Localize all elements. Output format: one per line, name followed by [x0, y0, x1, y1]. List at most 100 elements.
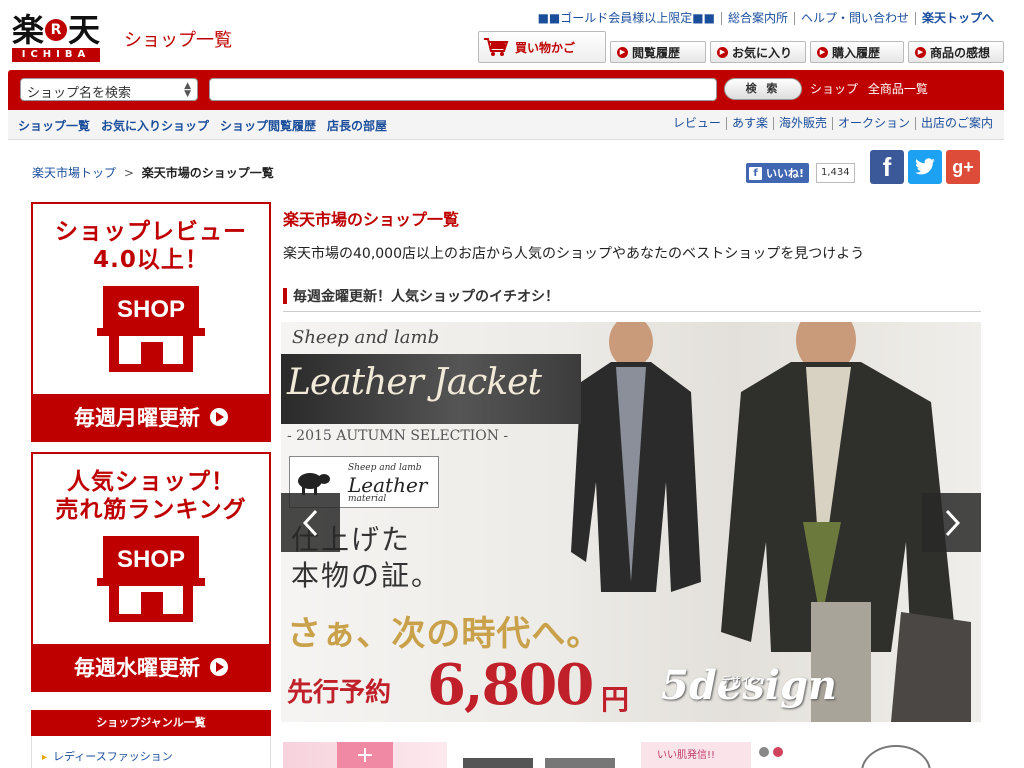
shop-search-link[interactable]: ショップ — [810, 82, 858, 96]
subnav-overseas[interactable]: 海外販売 — [772, 117, 832, 130]
breadcrumb-home[interactable]: 楽天市場トップ — [32, 166, 116, 180]
subnav-open-shop[interactable]: 出店のご案内 — [914, 117, 998, 130]
all-products-link[interactable]: 全商品一覧 — [868, 82, 928, 96]
slide-copy-line-2: 本物の証。 — [291, 559, 442, 592]
shop-review-banner[interactable]: ショップレビュー 4.0以上！ SHOP 毎週月曜更新 — [31, 202, 271, 442]
play-circle-icon — [210, 408, 228, 426]
header: 楽 R 天 ICHIBA ショップ一覧 ■■ゴールド会員様以上限定■■ 総合案内… — [0, 0, 1024, 70]
page-title: 楽天市場のショップ一覧 — [283, 210, 460, 229]
chevron-left-icon — [302, 509, 317, 536]
facebook-share-icon[interactable]: f — [870, 150, 904, 184]
subnav-managers-room[interactable]: 店長の部屋 — [327, 117, 387, 134]
arrow-circle-icon: ▶ — [817, 46, 828, 58]
search-scope-select[interactable]: ショップ名を検索 ▲ ▼ — [20, 78, 198, 101]
favorites-label: お気に入り — [732, 45, 793, 60]
thumb-round-logo-image — [861, 745, 931, 768]
subnav-shop-list[interactable]: ショップ一覧 — [18, 117, 90, 134]
carousel-prev-button[interactable] — [281, 493, 340, 552]
logo-kanji-raku: 楽 — [12, 11, 45, 49]
shop-genre-heading: ショップジャンル一覧 — [31, 710, 271, 736]
slide-copy-next-era: さぁ、次の時代へ。 — [287, 614, 602, 654]
cart-button[interactable]: 買い物かご — [478, 31, 606, 63]
select-updown-icon: ▲ ▼ — [184, 81, 191, 99]
facebook-like-button[interactable]: f いいね! — [746, 163, 810, 183]
favorites-button[interactable]: ▶ お気に入り — [710, 41, 806, 63]
shop-sign-text: SHOP — [117, 546, 185, 573]
subnav-asuraku[interactable]: あす楽 — [725, 117, 773, 130]
search-links: ショップ 全商品一覧 — [810, 80, 934, 97]
rakuten-ichiba-logo[interactable]: 楽 R 天 ICHIBA — [12, 14, 104, 64]
browsing-history-button[interactable]: ▶ 閲覧履歴 — [610, 41, 706, 63]
search-bar: ショップ名を検索 ▲ ▼ 検 索 ショップ 全商品一覧 — [8, 70, 1004, 110]
shop-building-icon: SHOP — [97, 536, 205, 622]
breadcrumb-current: 楽天市場のショップ一覧 — [141, 166, 274, 180]
featured-thumb-4[interactable] — [811, 742, 981, 768]
genre-item-ladies-fashion[interactable]: レディースファッション — [42, 748, 173, 764]
twitter-share-icon[interactable] — [908, 150, 942, 184]
thumb-brand-logo-image — [463, 758, 615, 768]
page-description: 楽天市場の40,000店以上のお店から人気のショップやあなたのベストショップを見… — [283, 246, 865, 262]
googleplus-share-icon[interactable]: g+ — [946, 150, 980, 184]
carousel-next-button[interactable] — [922, 493, 981, 552]
like-count: 1,434 — [816, 163, 855, 183]
shop-ranking-banner[interactable]: 人気ショップ！ 売れ筋ランキング SHOP 毎週水曜更新 — [31, 452, 271, 692]
slide-price-yen: 円 — [601, 683, 630, 716]
search-input[interactable] — [209, 78, 717, 101]
review-banner-title-2: 4.0以上！ — [93, 247, 209, 273]
general-info-link[interactable]: 総合案内所 — [720, 12, 794, 25]
slide-autumn-text: - 2015 AUTUMN SELECTION - — [287, 428, 509, 444]
search-scope-value: ショップ名を検索 — [27, 86, 132, 101]
arrow-circle-icon: ▶ — [717, 46, 728, 58]
subnav-review[interactable]: レビュー — [668, 117, 726, 130]
browsing-history-label: 閲覧履歴 — [632, 45, 681, 60]
cart-label: 買い物かご — [515, 40, 576, 55]
chevron-right-icon — [945, 509, 960, 536]
breadcrumb-separator: > — [123, 166, 134, 180]
subnav-left: ショップ一覧 お気に入りショップ ショップ閲覧履歴 店長の部屋 — [18, 117, 398, 134]
search-button[interactable]: 検 索 — [724, 78, 802, 100]
breadcrumb: 楽天市場トップ > 楽天市場のショップ一覧 — [32, 164, 274, 181]
review-banner-title-1: ショップレビュー — [55, 219, 247, 245]
rakuten-top-link[interactable]: 楽天トップへ — [914, 12, 1000, 25]
ranking-banner-footer: 毎週水曜更新 — [74, 656, 200, 680]
slide-leather-jacket-text: Leather Jacket — [287, 362, 542, 403]
logo-r-mark: R — [45, 19, 68, 41]
featured-thumb-3[interactable]: いい肌発信!! — [635, 742, 799, 768]
featured-thumb-1[interactable]: + — [283, 742, 447, 768]
material-small-text: Sheep and lamb — [348, 463, 422, 473]
product-reviews-label: 商品の感想 — [930, 45, 991, 60]
slide-sheep-lamb-text: Sheep and lamb — [292, 327, 440, 348]
purchase-history-button[interactable]: ▶ 購入履歴 — [810, 41, 904, 63]
subnav-right: レビュー あす楽 海外販売 オークション 出店のご案内 — [668, 117, 998, 130]
site-title: ショップ一覧 — [124, 30, 232, 51]
product-reviews-button[interactable]: ▶ 商品の感想 — [908, 41, 1004, 63]
help-link[interactable]: ヘルプ・問い合わせ — [793, 12, 915, 25]
subnav-favorite-shops[interactable]: お気に入りショップ — [101, 117, 209, 134]
slide-price: 6,800 — [427, 652, 594, 718]
sub-navigation: ショップ一覧 お気に入りショップ ショップ閲覧履歴 店長の部屋 レビュー あす楽… — [8, 110, 1004, 140]
facebook-icon: f — [749, 166, 762, 180]
ranking-banner-title-2: 売れ筋ランキング — [55, 497, 247, 523]
review-banner-footer: 毎週月曜更新 — [74, 406, 200, 430]
twitter-bird-icon — [915, 158, 935, 175]
gold-member-link[interactable]: ■■ゴールド会員様以上限定■■ — [532, 12, 721, 25]
thumb-dots-icon — [759, 746, 783, 760]
thumb-cosmetics-image: + — [337, 742, 393, 768]
thumb-skincare-caption: いい肌発信!! — [657, 750, 716, 761]
subnav-shop-history[interactable]: ショップ閲覧履歴 — [220, 117, 316, 134]
arrow-circle-icon: ▶ — [915, 46, 926, 58]
like-label: いいね! — [766, 167, 805, 180]
shopping-cart-icon — [484, 38, 509, 56]
shop-sign-text: SHOP — [117, 296, 185, 323]
featured-thumb-2[interactable] — [459, 742, 623, 768]
ranking-banner-title-1: 人気ショップ！ — [67, 469, 235, 495]
slide-preorder-label: 先行予約 — [287, 678, 392, 708]
material-word-text: material — [348, 494, 387, 504]
purchase-history-label: 購入履歴 — [832, 45, 881, 60]
logo-ichiba-text: ICHIBA — [12, 48, 100, 62]
top-links: ■■ゴールド会員様以上限定■■ 総合案内所 ヘルプ・問い合わせ 楽天トップへ — [532, 12, 1000, 25]
subnav-auction[interactable]: オークション — [831, 117, 915, 130]
weekly-picks-heading: 毎週金曜更新！人気ショップのイチオシ！ — [283, 286, 981, 312]
shop-building-icon: SHOP — [97, 286, 205, 372]
featured-carousel[interactable]: Sheep and lamb Leather Jacket - 2015 AUT… — [281, 322, 981, 722]
